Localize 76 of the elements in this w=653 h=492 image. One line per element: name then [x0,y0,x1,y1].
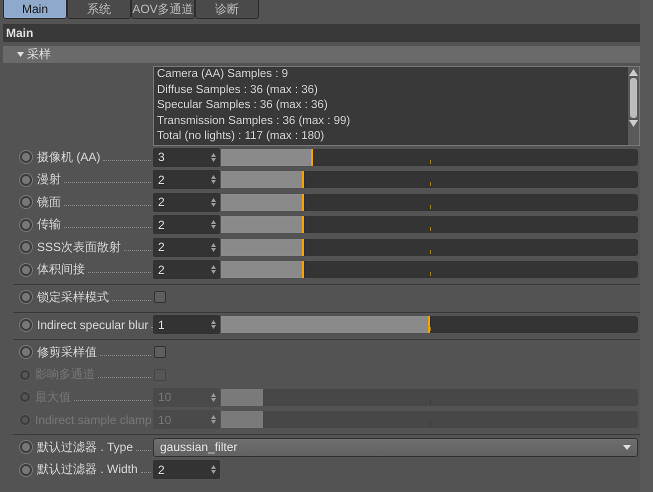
down-arrow-icon[interactable] [629,120,638,127]
leader-line [100,354,151,356]
field-label: 锁定采样模式 [37,288,109,306]
slider[interactable] [221,261,638,278]
field-label: 默认过滤器 . Type [37,438,134,456]
info-line: Specular Samples : 36 (max : 36) [157,98,329,113]
slider[interactable] [221,216,638,234]
field-label: SSS次表面散射 [37,238,122,256]
spinner-icon [211,465,216,474]
caret-icon [623,444,631,450]
spinner-icon [211,392,216,402]
number-field[interactable]: 2 [153,460,220,480]
number-field[interactable]: 2 [153,238,220,257]
field-label: 默认过滤器 . Width [37,461,138,478]
field-label: 体积间接 [37,261,85,278]
field-label: 修剪采样值 [37,344,97,361]
slider[interactable] [221,171,638,188]
tab[interactable]: 诊断 [195,0,259,19]
panel-title: Main [3,24,640,42]
number-field[interactable]: 2 [153,260,220,280]
info-line: Diffuse Samples : 36 (max : 36) [157,82,319,98]
up-arrow-icon[interactable] [629,69,638,76]
number-field[interactable]: 1 [153,315,220,334]
leader-line [112,300,151,301]
info-line: Camera (AA) Samples : 9 [157,67,290,82]
field-label: 摄像机 (AA) [37,148,100,166]
slider[interactable] [221,388,638,406]
radio-button[interactable] [20,241,32,254]
scrollbar[interactable] [628,67,639,145]
slider[interactable] [221,194,638,211]
field-label: 镜面 [37,194,61,211]
spinner-icon [211,198,216,207]
field-label: 传输 [37,216,61,234]
field-label: 漫射 [37,171,61,188]
leader-line [136,450,151,451]
info-line: Total (no lights) : 117 (max : 180) [157,129,326,144]
leader-line [98,377,151,378]
number-field[interactable]: 2 [153,170,220,190]
spinner-icon [211,320,216,330]
radio-button[interactable] [20,291,32,304]
radio-button[interactable] [20,441,32,454]
slider[interactable] [221,238,638,256]
radio-button[interactable] [20,464,32,476]
radio-button[interactable] [20,174,32,186]
radio-button[interactable] [20,318,32,331]
leader-line [103,160,151,161]
tab[interactable]: AOV多通道 [131,0,195,19]
spinner-icon [211,242,216,252]
spinner-icon [211,415,216,424]
tab[interactable]: Main [3,0,67,19]
radio-button[interactable] [20,218,32,231]
slider[interactable] [221,316,638,334]
field-label: Indirect specular blur [37,318,148,332]
spinner-icon [211,220,216,230]
radio-button[interactable] [20,151,32,164]
spinner-icon [211,175,216,184]
number-field[interactable]: 2 [153,215,220,234]
leader-line [140,472,151,474]
spinner-icon [211,152,216,162]
spinner-icon [211,265,216,274]
slider[interactable] [221,411,638,428]
dropdown[interactable]: gaussian_filter [153,438,638,457]
section-header[interactable]: 采样 [3,46,640,63]
triangle-icon [17,52,24,57]
checkbox[interactable] [154,291,166,304]
leader-line [88,272,151,274]
number-field[interactable]: 3 [153,148,220,167]
leader-line [124,250,151,251]
radio-button[interactable] [20,196,32,208]
radio-button[interactable] [20,346,32,358]
info-line: Transmission Samples : 36 (max : 99) [157,114,352,128]
slider[interactable] [221,148,638,166]
checkbox[interactable] [154,346,166,358]
number-field[interactable]: 2 [153,192,220,212]
tab[interactable]: 系统 [67,0,131,19]
radio-button[interactable] [20,264,32,276]
